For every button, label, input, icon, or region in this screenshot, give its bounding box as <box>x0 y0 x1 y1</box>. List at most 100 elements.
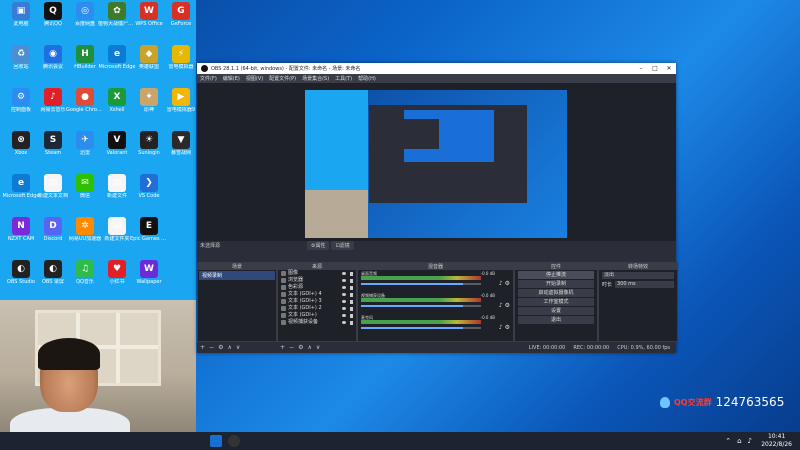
desktop-icon[interactable]: ⚙ 控制面板 <box>4 88 38 122</box>
app-icon: ◐ <box>12 260 30 278</box>
desktop-icon[interactable]: ✦ 原神 <box>132 88 166 122</box>
desktop-icon[interactable]: H HBuilder <box>68 45 102 79</box>
lock-icon[interactable] <box>350 271 353 276</box>
desktop-icon[interactable]: ▣ 此电脑 <box>4 2 38 36</box>
lock-icon[interactable] <box>350 299 353 304</box>
control-button[interactable]: 停止推流 <box>518 271 594 279</box>
menu-item[interactable]: 场景集合(S) <box>302 75 329 82</box>
control-button[interactable]: 设置 <box>518 307 594 315</box>
desktop-icon[interactable]: e Microsoft Edge <box>3 174 39 208</box>
desktop-icon[interactable]: ✲ 网易UU加速器 <box>68 217 102 251</box>
maximize-button[interactable]: □ <box>648 65 662 72</box>
lock-icon[interactable] <box>350 285 353 290</box>
desktop-icon[interactable]: S Steam <box>36 131 70 165</box>
volume-slider[interactable] <box>361 283 481 285</box>
visibility-icon[interactable] <box>342 300 346 303</box>
source-item[interactable]: 文本 (GDI+) 3 <box>278 298 356 305</box>
source-item[interactable]: 文本 (GDI+) 2 <box>278 305 356 312</box>
desktop-icon[interactable]: ◐ OBS Studio <box>4 260 38 294</box>
desktop-icon[interactable]: W WPS Office <box>132 2 166 36</box>
menu-item[interactable]: 文件(F) <box>200 75 217 82</box>
desktop-icon[interactable]: G GeForce <box>164 2 198 36</box>
desktop-icon[interactable]: W Wallpaper <box>132 260 166 294</box>
desktop-icon[interactable]: ◉ 腾讯会议 <box>36 45 70 79</box>
visibility-icon[interactable] <box>342 279 346 282</box>
desktop-icon[interactable]: N NZXT CAM <box>4 217 38 251</box>
chevron-up-icon[interactable]: ⌃ <box>725 437 731 445</box>
clock[interactable]: 10:41 2022/8/26 <box>761 433 792 449</box>
desktop-icon[interactable]: D Discord <box>36 217 70 251</box>
control-button[interactable]: 开始录制 <box>518 280 594 288</box>
desktop-icon[interactable]: ● Google Chrome <box>66 88 104 122</box>
desktop-icon[interactable]: EEpic Games Launcher <box>130 217 168 251</box>
menu-item[interactable]: 编辑(E) <box>223 75 240 82</box>
close-button[interactable]: ✕ <box>662 65 676 72</box>
menu-item[interactable]: 工具(T) <box>335 75 352 82</box>
source-item[interactable]: 视频捕获设备 <box>278 319 356 326</box>
lock-icon[interactable] <box>350 306 353 311</box>
lock-icon[interactable] <box>350 320 353 325</box>
speaker-icon[interactable]: ♪ <box>499 302 503 309</box>
speaker-icon[interactable]: ♪ <box>499 324 503 331</box>
desktop-icon[interactable]: ◆ 英雄联盟 <box>132 45 166 79</box>
desktop-icon[interactable]: X Xshell <box>100 88 134 122</box>
gear-icon[interactable]: ⚙ <box>505 324 510 331</box>
visibility-icon[interactable] <box>342 307 346 310</box>
desktop-icon[interactable]: ♫ QQ音乐 <box>68 260 102 294</box>
desktop-icon[interactable]: ⊗ Xbox <box>4 131 38 165</box>
source-item[interactable]: 文本 (GDI+) 4 <box>278 291 356 298</box>
properties-tab[interactable]: ⚙属性 <box>307 241 330 250</box>
source-item[interactable]: 文本 (GDI+) <box>278 312 356 319</box>
source-item[interactable]: 图像 <box>278 270 356 277</box>
desktop-icon[interactable]: ⚡ 雷电模拟器 <box>164 45 198 79</box>
lock-icon[interactable] <box>350 292 353 297</box>
desktop-icon[interactable]: ▤ 新建文件夹 <box>100 217 134 251</box>
desktop-icon[interactable]: ▶ 雷电模拟器9 <box>164 88 198 122</box>
desktop-icon[interactable]: ◎ 百度网盘 <box>68 2 102 36</box>
desktop-icon[interactable]: ♻ 回收站 <box>4 45 38 79</box>
control-button[interactable]: 启动虚拟摄像机 <box>518 289 594 297</box>
network-icon[interactable]: ⌂ <box>737 437 741 445</box>
source-item[interactable]: 浏览器 <box>278 277 356 284</box>
desktop-icon[interactable]: ✿植物大战僵尸杂交版 <box>98 2 136 36</box>
menu-item[interactable]: 配置文件(P) <box>269 75 296 82</box>
desktop-icon[interactable]: Q 腾讯QQ <box>36 2 70 36</box>
gear-icon[interactable]: ⚙ <box>505 302 510 309</box>
volume-slider[interactable] <box>361 327 481 329</box>
volume-slider[interactable] <box>361 305 481 307</box>
steam-taskbar-icon[interactable] <box>210 435 222 447</box>
menu-item[interactable]: 视图(V) <box>246 75 263 82</box>
desktop-icon[interactable]: ▤ 新建文件 <box>100 174 134 208</box>
desktop-icon[interactable]: ♪ 网易云音乐 <box>36 88 70 122</box>
control-button[interactable]: 退出 <box>518 316 594 324</box>
desktop-icon[interactable]: ✈ 迅雷 <box>68 131 102 165</box>
filters-tab[interactable]: ⊡滤镜 <box>331 241 354 250</box>
control-button[interactable]: 工作室模式 <box>518 298 594 306</box>
desktop-icon[interactable]: ❯ VS Code <box>132 174 166 208</box>
desktop-icon[interactable]: ▼ 暴雪战网 <box>164 131 198 165</box>
desktop-icon[interactable]: ✉ 微信 <box>68 174 102 208</box>
visibility-icon[interactable] <box>342 293 346 296</box>
desktop-icon[interactable]: e Microsoft Edge <box>99 45 135 79</box>
desktop-icon[interactable]: ◐ OBS 录屏 <box>36 260 70 294</box>
speaker-icon[interactable]: ♪ <box>499 280 503 287</box>
desktop-icon[interactable]: ♥ 小红书 <box>100 260 134 294</box>
visibility-icon[interactable] <box>342 314 346 317</box>
visibility-icon[interactable] <box>342 272 346 275</box>
transition-select[interactable]: 淡出 <box>602 272 674 279</box>
menu-item[interactable]: 帮助(H) <box>358 75 376 82</box>
visibility-icon[interactable] <box>342 321 346 324</box>
obs-taskbar-icon[interactable] <box>228 435 240 447</box>
duration-input[interactable]: 300 ms <box>615 281 674 288</box>
visibility-icon[interactable] <box>342 286 346 289</box>
scene-item[interactable]: 视频录制 <box>199 271 275 280</box>
lock-icon[interactable] <box>350 278 353 283</box>
gear-icon[interactable]: ⚙ <box>505 280 510 287</box>
desktop-icon[interactable]: ☀ Sunlogin <box>132 131 166 165</box>
minimize-button[interactable]: – <box>634 65 648 72</box>
lock-icon[interactable] <box>350 313 353 318</box>
source-item[interactable]: 色彩源 <box>278 284 356 291</box>
desktop-icon[interactable]: V Valorant <box>100 131 134 165</box>
desktop-icon[interactable]: ▤ 新建文本文档 <box>36 174 70 208</box>
volume-icon[interactable]: ♪ <box>748 437 752 445</box>
